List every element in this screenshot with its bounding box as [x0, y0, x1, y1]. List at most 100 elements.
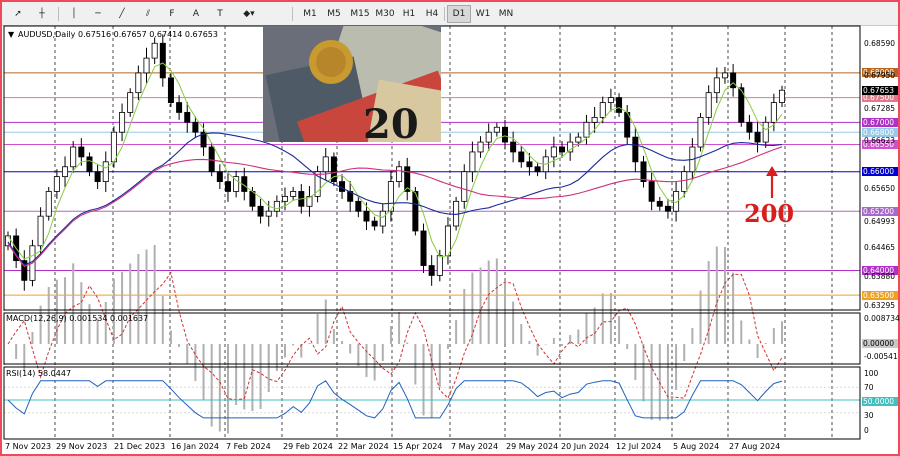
candle-body: [102, 161, 109, 182]
candle-body: [721, 72, 728, 79]
price-tick: 0.64993: [864, 216, 896, 226]
candle-body: [62, 166, 69, 178]
current-price-label: 0.67653: [862, 85, 898, 95]
candle-body: [730, 72, 737, 89]
candle-body: [746, 121, 753, 133]
price-tick: 0.67950: [864, 70, 896, 80]
time-tick: 5 Aug 2024: [673, 442, 720, 451]
rsi-tick-30: 30: [864, 411, 874, 420]
candle-body: [355, 200, 362, 212]
candle-body: [567, 141, 574, 153]
time-tick: 21 Dec 2023: [114, 442, 166, 451]
candle-body: [526, 161, 533, 168]
candle-body: [559, 146, 566, 153]
candle-body: [632, 136, 639, 163]
candle-body: [591, 116, 598, 123]
price-level-label: 0.66800: [862, 127, 898, 137]
candle-body: [510, 141, 517, 153]
candle-body: [713, 77, 720, 94]
candle-body: [127, 92, 134, 113]
rsi-tick-70: 70: [864, 383, 874, 392]
time-tick: 27 Aug 2024: [729, 442, 781, 451]
price-level-label: 0.66000: [862, 167, 898, 177]
rsi-level-label: 50.0000: [862, 397, 898, 406]
time-tick: 7 May 2024: [451, 442, 499, 451]
time-tick: 15 Apr 2024: [393, 442, 443, 451]
macd-tick-top: 0.008734: [864, 314, 900, 323]
candle-body: [656, 200, 663, 207]
price-level-label: 0.67000: [862, 117, 898, 127]
candle-body: [192, 121, 199, 133]
candle-body: [477, 141, 484, 153]
arrow-up-icon: [766, 166, 778, 176]
candle-body: [110, 131, 117, 163]
candle-body: [640, 161, 647, 182]
candle-body: [436, 255, 443, 276]
price-tick: 0.64465: [864, 243, 896, 253]
candle-body: [159, 42, 166, 79]
candle-body: [176, 102, 183, 113]
candle-body: [469, 151, 476, 173]
candle-body: [534, 166, 541, 173]
candle-body: [322, 156, 329, 173]
time-tick: 7 Feb 2024: [226, 442, 271, 451]
candle-body: [616, 97, 623, 113]
candle-body: [461, 171, 468, 202]
candle-body: [428, 265, 435, 276]
candle-body: [184, 112, 191, 123]
candle-body: [119, 112, 126, 133]
time-tick: 7 Nov 2023: [5, 442, 52, 451]
candle-body: [257, 205, 264, 217]
time-tick: 29 May 2024: [506, 442, 559, 451]
candle-body: [485, 131, 492, 143]
rsi-curve: [7, 380, 783, 419]
candle-body: [167, 77, 174, 103]
candle-body: [575, 136, 582, 143]
candle-body: [762, 121, 769, 143]
ma200-annotation: 200: [744, 199, 795, 228]
candle-body: [550, 146, 557, 158]
candle-body: [697, 116, 704, 148]
price-tick: 0.67285: [864, 103, 896, 113]
time-tick: 29 Feb 2024: [283, 442, 333, 451]
candle-body: [607, 97, 614, 103]
price-tick: 0.66623: [864, 136, 896, 146]
symbol-arrow-icon[interactable]: ▼: [8, 30, 14, 40]
macd-label: MACD(12,26,9) 0.001534 0.001637: [6, 314, 149, 323]
currency-photo: 20: [263, 26, 441, 142]
price-chart[interactable]: [0, 0, 900, 456]
time-tick: 20 Jun 2024: [561, 442, 610, 451]
candle-body: [282, 195, 289, 202]
candle-body: [135, 72, 142, 94]
chart-symbol: AUDUSD,Daily: [18, 30, 76, 39]
candle-body: [290, 191, 297, 197]
time-tick: 22 Mar 2024: [338, 442, 389, 451]
candle-body: [208, 146, 215, 173]
candle-body: [599, 102, 606, 118]
candle-body: [70, 146, 77, 168]
price-level-label: 0.65200: [862, 206, 898, 216]
candle-body: [45, 191, 52, 217]
candle-body: [53, 176, 60, 192]
candle-body: [583, 121, 590, 138]
price-tick: 0.65650: [864, 184, 896, 194]
candle-body: [86, 156, 93, 173]
candle-body: [779, 89, 786, 103]
candle-body: [265, 210, 272, 217]
candle-body: [37, 215, 44, 247]
candle-body: [151, 42, 158, 59]
price-tick: 0.63295: [864, 300, 896, 310]
candle-body: [705, 92, 712, 118]
candle-body: [420, 230, 427, 266]
macd-histogram: [7, 245, 783, 434]
candle-body: [501, 126, 508, 143]
price-level-label: 0.63500: [862, 290, 898, 300]
candle-body: [78, 146, 85, 158]
candle-body: [648, 181, 655, 202]
candle-body: [143, 57, 150, 74]
candle-body: [664, 205, 671, 212]
candle-body: [754, 131, 761, 143]
candle-body: [273, 200, 280, 212]
rsi-tick-0: 0: [864, 426, 869, 435]
candle-body: [249, 191, 256, 207]
